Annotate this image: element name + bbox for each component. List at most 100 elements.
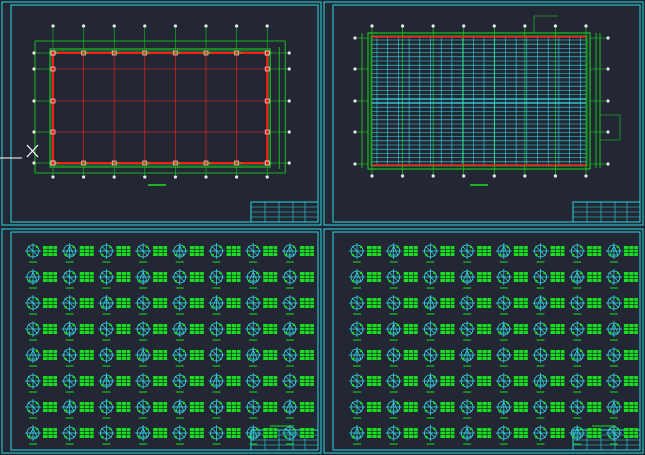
- detail-table-fill: [189, 246, 204, 256]
- weld-mark: [571, 435, 575, 439]
- weld-mark: [616, 297, 620, 301]
- detail-table: [550, 428, 565, 438]
- detail-table: [513, 246, 528, 256]
- detail-table-fill: [477, 272, 492, 282]
- detail-table-fill: [116, 376, 131, 386]
- weld-mark: [35, 375, 39, 379]
- weld-mark: [579, 427, 583, 431]
- weld-mark: [425, 409, 428, 413]
- weld-mark: [109, 323, 112, 327]
- detail-table-fill: [477, 376, 492, 386]
- weld-mark: [219, 245, 222, 249]
- cad-drawing-canvas[interactable]: [0, 0, 645, 455]
- weld-mark: [506, 375, 510, 379]
- weld-mark: [579, 271, 583, 275]
- weld-mark: [137, 331, 141, 335]
- detail-table: [299, 402, 314, 412]
- detail-table: [367, 350, 381, 360]
- detail-table: [153, 402, 168, 412]
- detail-table: [43, 376, 57, 386]
- detail-table: [513, 402, 528, 412]
- detail-table: [623, 376, 638, 386]
- detail-table-fill: [587, 246, 602, 256]
- detail-table-fill: [587, 350, 602, 360]
- detail-table: [116, 428, 131, 438]
- detail-table-fill: [477, 428, 492, 438]
- detail-table-fill: [153, 246, 168, 256]
- weld-mark: [506, 427, 510, 431]
- weld-mark: [219, 323, 222, 327]
- detail-table-fill: [79, 376, 94, 386]
- weld-mark: [396, 375, 400, 379]
- detail-table-fill: [79, 246, 94, 256]
- weld-mark: [137, 409, 141, 413]
- detail-table-fill: [367, 376, 381, 386]
- detail-table-fill: [477, 402, 492, 412]
- detail-table-fill: [587, 298, 602, 308]
- detail-table-fill: [623, 428, 638, 438]
- weld-mark: [182, 427, 186, 431]
- detail-table-fill: [513, 376, 528, 386]
- detail-table-fill: [43, 272, 57, 282]
- weld-mark: [351, 279, 355, 283]
- detail-table: [299, 428, 314, 438]
- detail-table-fill: [623, 402, 638, 412]
- weld-mark: [174, 253, 178, 257]
- detail-table: [550, 246, 565, 256]
- detail-table: [587, 246, 602, 256]
- weld-mark: [101, 383, 104, 387]
- detail-table-fill: [263, 272, 278, 282]
- weld-mark: [247, 383, 251, 387]
- detail-table: [367, 402, 381, 412]
- detail-table: [513, 376, 528, 386]
- grid-bubble: [370, 174, 374, 178]
- grid-bubble: [400, 24, 405, 28]
- weld-mark: [396, 323, 400, 327]
- detail-table-fill: [440, 428, 455, 438]
- detail-table-fill: [440, 246, 455, 256]
- detail-table-fill: [403, 376, 418, 386]
- weld-mark: [469, 245, 473, 249]
- detail-table-fill: [367, 402, 381, 412]
- weld-mark: [109, 427, 112, 431]
- weld-mark: [27, 331, 31, 335]
- detail-table-fill: [189, 350, 204, 360]
- detail-table: [440, 402, 455, 412]
- detail-table-fill: [153, 298, 168, 308]
- weld-mark: [219, 427, 222, 431]
- detail-table: [226, 272, 241, 282]
- detail-table: [263, 402, 278, 412]
- weld-mark: [388, 409, 392, 413]
- detail-table-fill: [226, 246, 241, 256]
- weld-mark: [109, 375, 112, 379]
- detail-table-fill: [403, 350, 418, 360]
- weld-mark: [255, 427, 259, 431]
- detail-table: [513, 298, 528, 308]
- weld-mark: [571, 383, 575, 387]
- weld-mark: [292, 375, 296, 379]
- weld-mark: [461, 253, 465, 257]
- weld-mark: [174, 305, 178, 309]
- weld-mark: [137, 279, 141, 283]
- weld-mark: [498, 305, 502, 309]
- weld-mark: [247, 279, 251, 283]
- detail-table: [153, 376, 168, 386]
- detail-table-fill: [587, 272, 602, 282]
- grid-bubble: [584, 24, 588, 28]
- detail-table-fill: [189, 298, 204, 308]
- weld-mark: [498, 383, 502, 387]
- weld-mark: [608, 383, 612, 387]
- weld-mark: [425, 435, 428, 439]
- weld-mark: [101, 357, 104, 361]
- weld-mark: [506, 297, 510, 301]
- detail-table-fill: [403, 272, 418, 282]
- weld-mark: [211, 279, 214, 283]
- weld-mark: [498, 357, 502, 361]
- detail-table: [403, 428, 418, 438]
- detail-table: [79, 298, 94, 308]
- detail-table-fill: [299, 428, 314, 438]
- detail-table-fill: [440, 402, 455, 412]
- detail-table-fill: [550, 272, 565, 282]
- weld-mark: [543, 245, 546, 249]
- weld-mark: [469, 349, 473, 353]
